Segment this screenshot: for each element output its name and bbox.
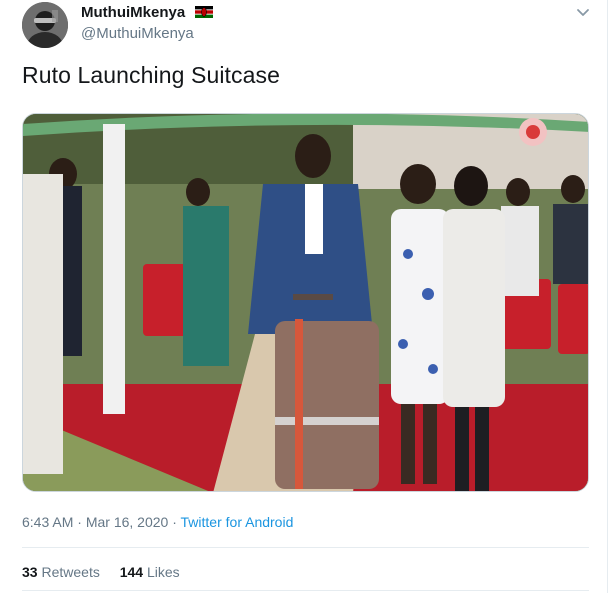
likes-stat[interactable]: 144 Likes [120, 564, 180, 580]
tweet-card: MuthuiMkenya @MuthuiMkenya Ruto Launchin… [0, 0, 608, 593]
tweet-source-link[interactable]: Twitter for Android [181, 514, 294, 530]
likes-label: Likes [146, 564, 180, 580]
likes-count: 144 [119, 564, 144, 580]
retweets-stat[interactable]: 33 Retweets [22, 564, 100, 580]
retweets-label: Retweets [41, 564, 100, 580]
meta-separator: · [168, 514, 181, 530]
author-name[interactable]: MuthuiMkenya [81, 4, 214, 21]
meta-separator: · [73, 514, 86, 530]
tweet-time[interactable]: 6:43 AM [22, 514, 73, 530]
kenya-flag-icon [195, 6, 214, 18]
avatar-image [22, 2, 68, 48]
retweets-count: 33 [22, 564, 38, 580]
tweet-text: Ruto Launching Suitcase [22, 62, 281, 88]
author-handle[interactable]: @MuthuiMkenya [81, 25, 194, 42]
photo-scene [23, 114, 588, 491]
divider [22, 590, 589, 591]
divider [22, 547, 589, 548]
tweet-meta: 6:43 AM · Mar 16, 2020 · Twitter for And… [22, 514, 293, 530]
tweet-date[interactable]: Mar 16, 2020 [86, 514, 169, 530]
author-display-name[interactable]: MuthuiMkenya [81, 4, 185, 21]
tweet-photo[interactable] [22, 113, 589, 492]
tweet-stats: 33 Retweets 144 Likes [22, 564, 196, 580]
avatar[interactable] [22, 2, 68, 48]
chevron-down-icon[interactable] [574, 4, 592, 22]
